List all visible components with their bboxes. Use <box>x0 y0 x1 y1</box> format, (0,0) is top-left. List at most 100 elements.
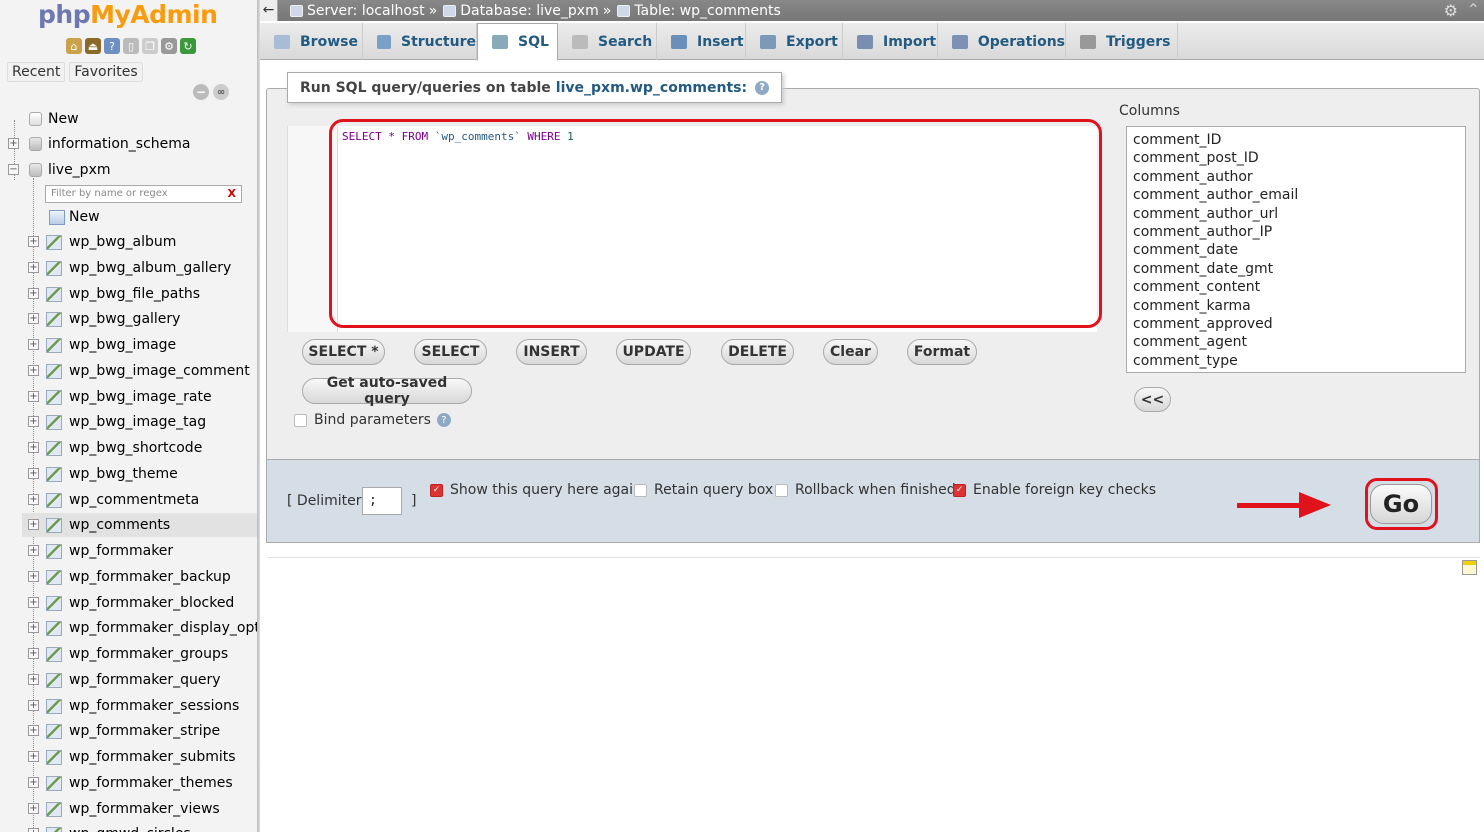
expand-icon[interactable]: + <box>28 236 39 247</box>
sql-snippet-insert-button[interactable]: INSERT <box>516 339 587 365</box>
expand-icon[interactable]: + <box>28 648 39 659</box>
table-structure-icon[interactable] <box>46 492 62 508</box>
sidebar-resizer[interactable] <box>257 0 260 832</box>
column-option[interactable]: comment_author_IP <box>1127 223 1465 241</box>
delimiter-input[interactable]: ; <box>362 487 402 515</box>
tree-item-table[interactable]: + wp_formmaker_themes <box>0 771 257 795</box>
tree-item-table[interactable]: + wp_bwg_image_tag <box>0 410 257 434</box>
column-option[interactable]: comment_karma <box>1127 297 1465 315</box>
table-structure-icon[interactable] <box>46 569 62 585</box>
tab-browse[interactable]: Browse <box>260 23 363 60</box>
table-structure-icon[interactable] <box>46 312 62 328</box>
expand-icon[interactable]: + <box>28 699 39 711</box>
tree-item-table[interactable]: + wp_bwg_theme <box>0 462 257 486</box>
insert-column-button[interactable]: << <box>1134 387 1171 412</box>
expand-icon[interactable]: + <box>28 467 39 479</box>
expand-icon[interactable]: + <box>28 313 39 325</box>
favorites-tab[interactable]: Favorites <box>69 62 143 82</box>
logout-icon[interactable]: ⏏ <box>85 38 101 54</box>
expand-icon[interactable]: + <box>28 261 39 273</box>
expand-icon[interactable]: + <box>28 442 39 453</box>
expand-icon[interactable]: + <box>28 545 39 556</box>
breadcrumb-database[interactable]: Database: live_pxm <box>443 3 599 19</box>
table-filter-input[interactable]: Filter by name or regex X <box>45 185 242 203</box>
column-option[interactable]: comment_agent <box>1127 333 1465 351</box>
show-query-again-checkbox[interactable]: ✓ <box>430 483 443 497</box>
home-icon[interactable]: ⌂ <box>66 38 82 54</box>
column-option[interactable]: comment_approved <box>1127 315 1465 333</box>
help-icon[interactable]: ? <box>436 413 451 427</box>
collapse-icon[interactable]: ⌃ <box>1467 0 1480 19</box>
table-structure-icon[interactable] <box>46 672 62 688</box>
breadcrumb-server[interactable]: Server: localhost <box>290 3 425 19</box>
help-icon[interactable]: ? <box>755 80 770 95</box>
tree-item-table[interactable]: + wp_bwg_album_gallery <box>0 256 257 280</box>
table-structure-icon[interactable] <box>46 286 62 302</box>
tree-item-table[interactable]: + wp_formmaker_groups <box>0 642 257 666</box>
expand-icon[interactable]: + <box>28 287 39 299</box>
tab-sql[interactable]: SQL <box>477 23 558 61</box>
tree-item-new-table[interactable]: New <box>0 205 257 229</box>
tree-item-table[interactable]: + wp_formmaker_sessions <box>0 694 257 718</box>
help-icon[interactable]: ? <box>104 38 120 54</box>
tree-item-table[interactable]: + wp_formmaker_views <box>0 797 257 821</box>
gear-icon[interactable]: ⚙ <box>1444 1 1458 20</box>
table-structure-icon[interactable] <box>46 389 62 405</box>
foreign-key-checks-checkbox[interactable]: ✓ <box>953 483 966 497</box>
sql-snippet-clear-button[interactable]: Clear <box>823 339 878 365</box>
recent-tab[interactable]: Recent <box>7 62 66 82</box>
tree-item-table[interactable]: + wp_bwg_gallery <box>0 307 257 331</box>
table-structure-icon[interactable] <box>46 363 62 379</box>
expand-icon[interactable]: + <box>28 673 39 685</box>
copy-icon[interactable]: ❐ <box>142 38 158 54</box>
table-structure-icon[interactable] <box>46 518 62 534</box>
tree-item-table[interactable]: + wp_formmaker_display_options <box>0 616 257 640</box>
tree-item-table[interactable]: + wp_formmaker_backup <box>0 565 257 589</box>
console-icon[interactable] <box>1462 560 1477 575</box>
table-structure-icon[interactable] <box>46 775 62 791</box>
table-structure-icon[interactable] <box>46 466 62 482</box>
tree-item-table[interactable]: + wp_bwg_file_paths <box>0 282 257 306</box>
tree-item-table[interactable]: + wp_bwg_image_comment <box>0 359 257 383</box>
back-arrow-icon[interactable]: ← <box>260 0 278 21</box>
tab-export[interactable]: Export <box>746 23 843 60</box>
go-button[interactable]: Go <box>1370 484 1432 524</box>
column-option[interactable]: comment_author_url <box>1127 205 1465 223</box>
tree-item-table[interactable]: + wp_commentmeta <box>0 488 257 512</box>
expand-icon[interactable]: + <box>28 570 39 582</box>
expand-icon[interactable]: + <box>28 493 39 505</box>
tree-item-table[interactable]: + wp_formmaker_query <box>0 668 257 692</box>
settings-icon[interactable]: ⚙ <box>161 38 177 54</box>
column-option[interactable]: comment_post_ID <box>1127 149 1465 167</box>
tree-item-table[interactable]: + wp_formmaker_submits <box>0 745 257 769</box>
get-auto-saved-query-button[interactable]: Get auto-saved query <box>302 375 472 407</box>
column-option[interactable]: comment_author_email <box>1127 186 1465 204</box>
bind-parameters-checkbox[interactable] <box>294 413 307 427</box>
table-structure-icon[interactable] <box>46 801 62 817</box>
reload-icon[interactable]: ↻ <box>180 38 196 54</box>
expand-icon[interactable]: + <box>28 364 39 376</box>
expand-icon[interactable]: + <box>28 751 39 762</box>
collapse-icon[interactable]: − <box>8 164 19 175</box>
expand-icon[interactable]: + <box>8 138 19 149</box>
phpmyadmin-logo[interactable]: phpMyAdmin <box>38 0 218 29</box>
table-structure-icon[interactable] <box>46 415 62 431</box>
column-option[interactable]: comment_date <box>1127 241 1465 259</box>
tab-structure[interactable]: Structure <box>363 23 477 60</box>
expand-icon[interactable]: + <box>28 802 39 814</box>
tree-item-table[interactable]: + wp_bwg_image <box>0 333 257 357</box>
tree-item-table[interactable]: + wp_formmaker_blocked <box>0 591 257 615</box>
expand-icon[interactable]: + <box>28 725 39 737</box>
column-option[interactable]: comment_date_gmt <box>1127 260 1465 278</box>
tab-triggers[interactable]: Triggers <box>1066 23 1178 60</box>
tree-item-database[interactable]: − live_pxm <box>0 158 257 182</box>
tree-item-table[interactable]: + wp_formmaker <box>0 539 257 563</box>
column-option[interactable]: comment_content <box>1127 278 1465 296</box>
tree-item-table[interactable]: + wp_comments <box>22 513 257 538</box>
expand-icon[interactable]: + <box>28 416 39 428</box>
expand-icon[interactable]: + <box>28 390 39 402</box>
tree-item-table[interactable]: + wp_formmaker_stripe <box>0 719 257 743</box>
sql-snippet-select-button[interactable]: SELECT * <box>302 339 385 365</box>
tree-item-table[interactable]: + wp_bwg_album <box>0 230 257 254</box>
tree-item-table[interactable]: + wp_bwg_image_rate <box>0 385 257 409</box>
